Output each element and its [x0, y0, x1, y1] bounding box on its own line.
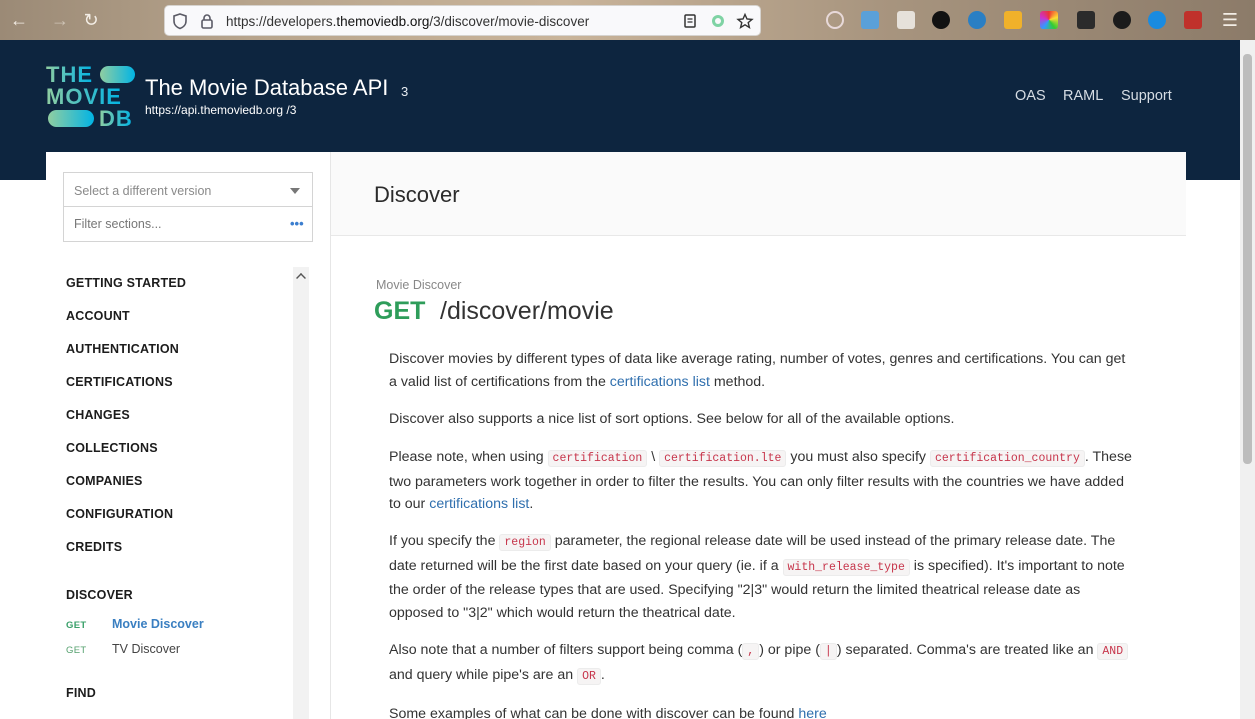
- sidebar-item-label: Movie Discover: [112, 617, 204, 631]
- extension-red-icon[interactable]: [1184, 11, 1202, 29]
- certifications-list-link-2[interactable]: certifications list: [429, 496, 529, 512]
- logo-pill-bottom: [48, 110, 94, 127]
- logo-word-movie: MOVIE: [46, 84, 122, 109]
- api-version: 3: [401, 84, 409, 99]
- version-select-placeholder: Select a different version: [74, 184, 212, 198]
- sidebar-section-getting-started[interactable]: GETTING STARTED: [66, 276, 186, 290]
- menu-icon[interactable]: ☰: [1219, 9, 1241, 31]
- sidebar-section-account[interactable]: ACCOUNT: [66, 309, 130, 323]
- sidebar-section-discover[interactable]: DISCOVER: [66, 588, 133, 602]
- code-and: AND: [1097, 643, 1129, 660]
- code-certification-lte: certification.lte: [659, 450, 787, 467]
- nav-raml[interactable]: RAML: [1063, 88, 1103, 104]
- sort-options-paragraph: Discover also supports a nice list of so…: [389, 411, 955, 427]
- endpoint-path: /discover/movie: [440, 297, 614, 325]
- extension-notes-icon[interactable]: [1077, 11, 1095, 29]
- certifications-list-link[interactable]: certifications list: [610, 374, 710, 390]
- forward-icon[interactable]: →: [49, 9, 71, 31]
- nav-oas[interactable]: OAS: [1015, 88, 1046, 104]
- main-content: Discover Movie Discover GET /discover/mo…: [331, 152, 1186, 719]
- logo-pill-top: [100, 66, 135, 83]
- sidebar-section-credits[interactable]: CREDITS: [66, 540, 122, 554]
- code-certification-country: certification_country: [929, 450, 1085, 467]
- certification-note-paragraph: Please note, when using certification \ …: [389, 449, 1132, 512]
- extension-paw-icon[interactable]: [1113, 11, 1131, 29]
- browser-toolbar: ← → ↻ https://developers.themoviedb.org/…: [0, 0, 1255, 40]
- pocket-icon[interactable]: [826, 11, 844, 29]
- page-scrollbar-thumb[interactable]: [1243, 54, 1252, 464]
- api-base-url: https://api.themoviedb.org /3: [145, 103, 297, 117]
- sidebar-section-companies[interactable]: COMPANIES: [66, 474, 143, 488]
- shield-icon[interactable]: [171, 12, 189, 30]
- extension-globe-icon[interactable]: [968, 11, 986, 29]
- extension-icon[interactable]: [709, 12, 727, 30]
- section-header: Discover: [331, 152, 1186, 236]
- code-pipe: |: [819, 643, 837, 660]
- downloads-icon[interactable]: [861, 11, 879, 29]
- region-note-paragraph: If you specify the region parameter, the…: [389, 533, 1125, 621]
- version-select[interactable]: Select a different version: [63, 172, 313, 207]
- sidebar-item-label: TV Discover: [112, 642, 181, 656]
- page-title: Discover: [374, 182, 460, 207]
- sidebar: Select a different version ••• GETTING S…: [46, 152, 331, 719]
- code-region: region: [499, 534, 551, 551]
- wrench-icon[interactable]: [897, 11, 915, 29]
- sidebar-scrollbar[interactable]: [293, 267, 309, 719]
- code-or: OR: [577, 667, 601, 685]
- endpoint-method: GET: [374, 297, 426, 325]
- extension-color-icon[interactable]: [1040, 11, 1058, 29]
- nav-support[interactable]: Support: [1121, 88, 1172, 104]
- back-icon[interactable]: ←: [8, 9, 30, 31]
- sidebar-section-collections[interactable]: COLLECTIONS: [66, 441, 158, 455]
- logo-word-the: THE: [46, 62, 93, 87]
- sidebar-section-certifications[interactable]: CERTIFICATIONS: [66, 375, 173, 389]
- sidebar-section-changes[interactable]: CHANGES: [66, 408, 130, 422]
- sidebar-section-authentication[interactable]: AUTHENTICATION: [66, 342, 179, 356]
- description-paragraph: Discover movies by different types of da…: [389, 351, 1126, 390]
- extension-twd-icon[interactable]: [932, 11, 950, 29]
- sidebar-item-movie-discover[interactable]: GET Movie Discover: [66, 617, 204, 631]
- api-title: The Movie Database API: [145, 75, 389, 100]
- more-options-icon[interactable]: •••: [290, 216, 304, 231]
- tmdb-logo[interactable]: THE MOVIE DB: [46, 64, 136, 130]
- endpoint-label: Movie Discover: [376, 278, 462, 292]
- reload-icon[interactable]: ↻: [80, 9, 102, 31]
- extension-yellow-icon[interactable]: [1004, 11, 1022, 29]
- filter-separator-paragraph: Also note that a number of filters suppo…: [389, 639, 1134, 688]
- code-certification: certification: [547, 450, 648, 467]
- logo-word-db: DB: [99, 106, 133, 131]
- examples-here-link[interactable]: here: [798, 706, 826, 719]
- url-text[interactable]: https://developers.themoviedb.org/3/disc…: [226, 6, 589, 37]
- method-badge: GET: [66, 620, 87, 631]
- extension-play-icon[interactable]: [1148, 11, 1166, 29]
- reader-view-icon[interactable]: [681, 12, 699, 30]
- chevron-down-icon: [290, 188, 300, 194]
- method-badge: GET: [66, 645, 87, 656]
- examples-paragraph: Some examples of what can be done with d…: [389, 703, 1134, 719]
- filter-sections-input[interactable]: [63, 206, 313, 242]
- lock-icon[interactable]: [198, 12, 216, 30]
- address-bar[interactable]: https://developers.themoviedb.org/3/disc…: [164, 5, 761, 36]
- page-scrollbar[interactable]: [1240, 40, 1255, 719]
- sidebar-section-configuration[interactable]: CONFIGURATION: [66, 507, 173, 521]
- chevron-up-icon[interactable]: [296, 273, 306, 283]
- code-comma: ,: [742, 643, 760, 660]
- sidebar-section-find[interactable]: FIND: [66, 686, 96, 700]
- bookmark-star-icon[interactable]: [736, 12, 754, 30]
- code-with-release-type: with_release_type: [782, 558, 910, 576]
- sidebar-item-tv-discover[interactable]: GET TV Discover: [66, 642, 180, 656]
